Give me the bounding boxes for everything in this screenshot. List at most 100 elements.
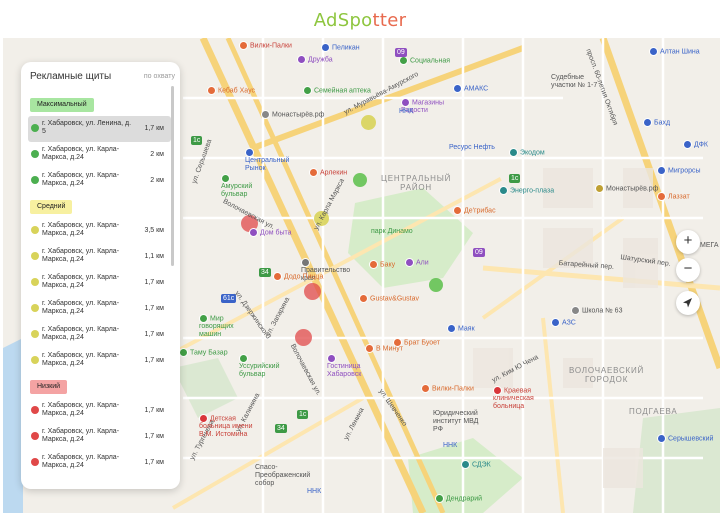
poi-mir-gov[interactable]: Мир говорящих машин [199,314,251,339]
poi-dodo[interactable]: Додо Пицца [273,272,323,281]
billboard-list-item[interactable]: г. Хабаровск, ул. Карла-Маркса, д.24 3,5 … [28,218,171,244]
poi-ali[interactable]: Али [405,258,429,267]
transit-badge-1c[interactable]: 1c [191,136,203,145]
poi-pelikan[interactable]: Пеликан [321,43,360,52]
poi-nnk-top[interactable]: ННК [399,108,413,116]
billboard-address: г. Хабаровск, ул. Карла-Маркса, д.24 [42,402,120,417]
zoom-out-button[interactable]: − [676,258,700,282]
billboard-list-item[interactable]: г. Хабаровск, ул. Карла-Маркса, д.24 1,7 … [28,322,171,348]
poi-semeynaya[interactable]: Семейная аптека [303,86,371,95]
billboard-list-item[interactable]: г. Хабаровск, ул. Карла-Маркса, д.24 2 км [28,142,171,168]
billboard-address: г. Хабаровск, ул. Ленина, д. 5 [42,120,132,135]
reach-dot [31,278,39,286]
district-voloch: ВОЛОЧАЕВСКИЙ ГОРОДОК [569,366,645,384]
poi-ussuriysky[interactable]: Уссурийский бульвар [239,354,280,379]
billboard-list-item[interactable]: г. Хабаровск, ул. Карла-Маркса, д.24 1,1 … [28,244,171,270]
poi-kraevaya[interactable]: Краевая клиническая больница [493,386,543,411]
poi-dfk[interactable]: ДФК [683,140,708,149]
billboard-distance: 2 км [150,177,164,184]
billboard-list-item[interactable]: г. Хабаровск, ул. Карла-Маркса, д.24 1,7 … [28,398,171,424]
locate-button[interactable] [676,291,700,315]
billboard-list-item[interactable]: г. Хабаровск, ул. Карла-Маркса, д.24 2 км [28,168,171,194]
panel-header: Рекламные щиты по охвату [30,71,175,87]
billboard-distance: 2 км [150,151,164,158]
poi-ekodom[interactable]: Экодом [509,148,545,157]
poi-vilki-palki-top[interactable]: Вилки-Палки [239,41,292,50]
transit-badge-34-2[interactable]: 34 [275,424,287,433]
district-podgaeva: ПОДГАЕВА [629,407,678,416]
transit-badge-09-2[interactable]: 09 [473,248,485,257]
poi-bakhd[interactable]: Бахд [643,118,670,127]
poi-yuridicheskiy[interactable]: Юридический институт МВД РФ [433,410,489,434]
poi-dendrariy[interactable]: Дендрарий [435,494,482,503]
poi-nnk-bottom[interactable]: ННК [443,442,457,450]
poi-altan[interactable]: Алтан Шина [649,47,700,56]
poi-detskaya[interactable]: Детская больница имени В.М. Истомина [199,414,259,439]
reach-dot [31,406,39,414]
billboard-list-item[interactable]: г. Хабаровск, ул. Карла-Маркса, д.24 1,7 … [28,270,171,296]
billboard-distance: 1,1 км [144,253,164,260]
transit-badge-1c-3[interactable]: 1c [297,410,309,419]
billboard-distance: 1,7 км [144,407,164,414]
app-logo[interactable]: AdSpotter [314,10,407,31]
reach-dot [31,124,39,132]
heat-yellow-1[interactable] [361,115,376,130]
transit-badge-1c-2[interactable]: 1c [509,174,521,183]
poi-azs[interactable]: АЗС [551,318,576,327]
billboard-list-item[interactable]: г. Хабаровск, ул. Карла-Маркса, д.24 1,7 … [28,296,171,322]
poi-gustav[interactable]: Gustav&Gustav [359,294,419,303]
billboard-list[interactable]: Максимальный г. Хабаровск, ул. Ленина, д.… [28,92,171,489]
poi-sdek[interactable]: СДЭК [461,460,491,469]
poi-brat-buoet[interactable]: Брат Буоет [393,338,440,347]
poi-kebab[interactable]: Кебаб Хаус [207,86,255,95]
category-label: Максимальный [30,98,94,112]
poi-spaso[interactable]: Спасо-Преображенский собор [255,464,311,488]
poi-energo[interactable]: Энерго-плаза [499,186,554,195]
transit-badge-09[interactable]: 09 [395,48,407,57]
poi-resurs[interactable]: Ресурс Нефть [449,144,495,152]
poi-socialnaya[interactable]: Социальная [399,56,450,65]
billboard-address: г. Хабаровск, ул. Карла-Маркса, д.24 [42,222,120,237]
poi-central-rynok[interactable]: Центральный Рынок [245,148,289,173]
sort-by-reach[interactable]: по охвату [144,73,175,80]
poi-maya[interactable]: Маяк [447,324,475,333]
poi-monastyrev-left[interactable]: Монастырёв.рф [261,110,324,119]
billboard-list-item[interactable]: г. Хабаровск, ул. Карла-Маркса, д.24 1,7 … [28,450,171,476]
poi-nnk-bottom-2[interactable]: ННК [307,488,321,496]
transit-badge-61c[interactable]: 61c [221,294,237,303]
billboard-list-item[interactable]: г. Хабаровск, ул. Ленина, д. 5 1,7 км [28,116,171,142]
poi-amaks[interactable]: АМАКС [453,84,488,93]
poi-vilki-palki-bottom[interactable]: Вилки-Палки [421,384,474,393]
category-label: Средний [30,200,73,214]
reach-dot [31,176,39,184]
poi-arlekin[interactable]: Арлекин [309,168,347,177]
panel-scrollbar[interactable] [171,86,174,266]
poi-serysheva[interactable]: Серышевский [657,434,713,443]
billboard-list-item[interactable]: г. Хабаровск, ул. Карла-Маркса, д.24 1,7 … [28,348,171,374]
poi-sudebnye[interactable]: Судебные участки № 1-7 [551,74,601,90]
poi-monastyrev-right[interactable]: Монастырёв.рф [595,184,658,193]
billboard-list-item[interactable]: г. Хабаровск, ул. Карла-Маркса, д.24 1,7 … [28,424,171,450]
billboard-address: г. Хабаровск, ул. Карла-Маркса, д.24 [42,300,120,315]
billboard-address: г. Хабаровск, ул. Карла-Маркса, д.24 [42,146,120,161]
poi-tamu-bazar[interactable]: Таму Базар [179,348,228,357]
heat-green-2[interactable] [429,278,443,292]
poi-baku[interactable]: Баку [369,260,395,269]
poi-lazzat[interactable]: Лаззат [657,192,690,201]
billboard-distance: 1,7 км [144,305,164,312]
poi-duzhba[interactable]: Дружба [297,55,333,64]
poi-school[interactable]: Школа № 63 [571,306,622,315]
heat-red-2[interactable] [304,283,321,300]
poi-dom-byta[interactable]: Дом быта [249,228,292,237]
billboard-address: г. Хабаровск, ул. Карла-Маркса, д.24 [42,248,120,263]
heat-red-3[interactable] [295,329,312,346]
poi-gostinica[interactable]: Гостиница Хабаровск [327,354,367,379]
heat-green-1[interactable] [353,173,367,187]
zoom-in-button[interactable]: + [676,230,700,254]
poi-amursky[interactable]: Амурский бульвар [221,174,261,199]
poi-migrorsy[interactable]: Мигрорсы [657,166,701,175]
transit-badge-34[interactable]: 34 [259,268,271,277]
poi-mega[interactable]: МЕГА [700,242,719,250]
poi-degribas[interactable]: Де'грибас [453,206,496,215]
billboard-address: г. Хабаровск, ул. Карла-Маркса, д.24 [42,326,120,341]
